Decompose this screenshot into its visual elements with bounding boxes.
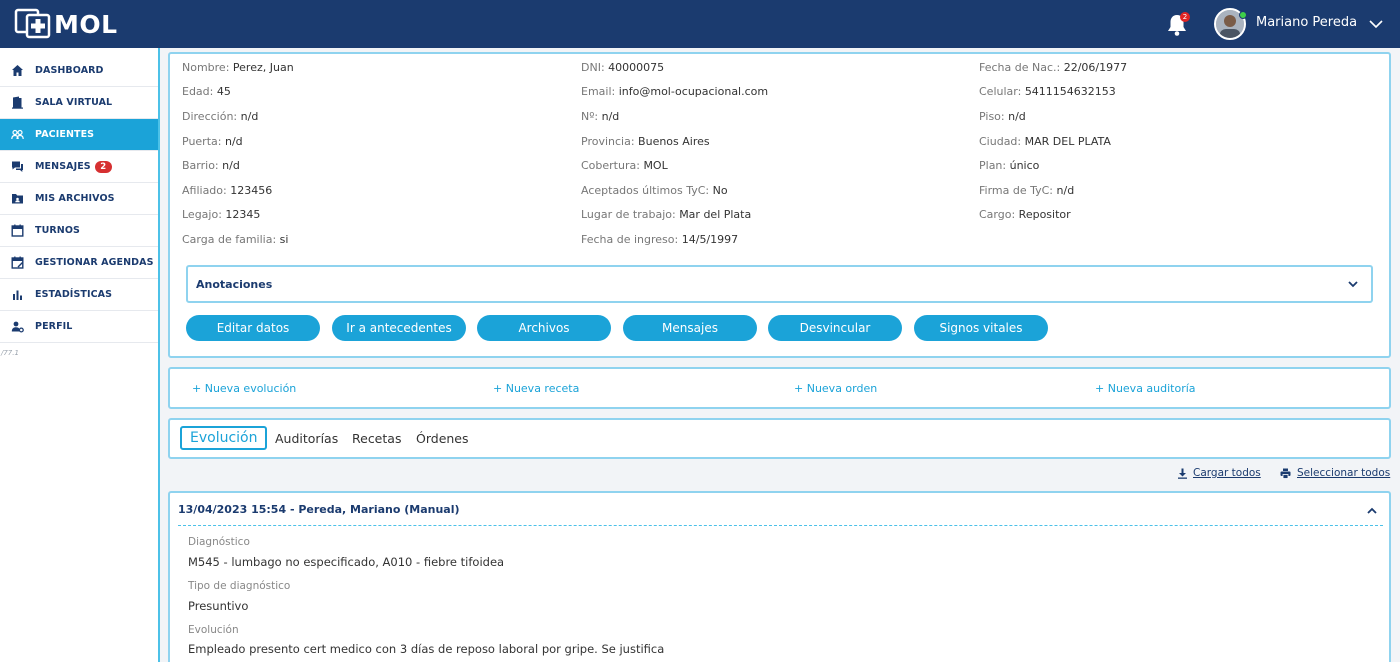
diagnosis-value: M545 - lumbago no especificado, A010 - f… <box>188 555 505 569</box>
field-provincia: Provincia: Buenos Aires <box>581 135 710 148</box>
sidebar-item-dashboard[interactable]: DASHBOARD <box>0 55 158 87</box>
entry-divider <box>178 525 1383 526</box>
field-email: Email: info@mol-ocupacional.com <box>581 85 769 98</box>
sidebar-item-label: GESTIONAR AGENDAS <box>35 257 154 268</box>
field-afiliado: Afiliado: 123456 <box>182 184 273 197</box>
sidebar: DASHBOARD SALA VIRTUAL PACIENTES MENSAJE… <box>0 48 160 662</box>
messages-button[interactable]: Mensajes <box>623 315 757 341</box>
logo-icon <box>14 8 51 39</box>
unread-messages-badge: 2 <box>94 160 112 173</box>
annotations-accordion[interactable]: Anotaciones <box>186 265 1373 303</box>
field-edad: Edad: 45 <box>182 85 231 98</box>
sidebar-item-turnos[interactable]: TURNOS <box>0 215 158 247</box>
evolution-label: Evolución <box>188 624 239 636</box>
printer-icon <box>1280 468 1291 479</box>
folder-icon <box>12 194 23 204</box>
field-tyc-aceptados: Aceptados últimos TyC: No <box>581 184 728 197</box>
edit-data-button[interactable]: Editar datos <box>186 315 320 341</box>
field-cargo: Cargo: Repositor <box>979 208 1071 221</box>
evolution-entry-header[interactable]: 13/04/2023 15:54 - Pereda, Mariano (Manu… <box>178 503 460 516</box>
field-carga-familia: Carga de familia: si <box>182 233 289 246</box>
field-piso: Piso: n/d <box>979 110 1026 123</box>
home-icon <box>12 65 23 76</box>
evolution-value: Empleado presento cert medico con 3 días… <box>188 642 665 656</box>
evolution-entry-card: 13/04/2023 15:54 - Pereda, Mariano (Manu… <box>168 491 1391 662</box>
field-firma-tyc: Firma de TyC: n/d <box>979 184 1075 197</box>
logo-text: MOL <box>54 9 118 39</box>
field-fecha-nacimiento: Fecha de Nac.: 22/06/1977 <box>979 61 1128 74</box>
top-bar: MOL 2 Mariano Pereda <box>0 0 1400 48</box>
quick-actions-card: + Nueva evolución + Nueva receta + Nueva… <box>168 367 1391 409</box>
sidebar-item-pacientes[interactable]: PACIENTES <box>0 119 158 151</box>
new-prescription-link[interactable]: + Nueva receta <box>493 382 579 395</box>
tab-evolucion[interactable]: Evolución <box>180 426 268 450</box>
sidebar-item-label: MENSAJES <box>35 161 91 172</box>
bar-chart-icon <box>13 290 22 300</box>
sidebar-item-estadisticas[interactable]: ESTADÍSTICAS <box>0 279 158 311</box>
field-nombre: Nombre: Perez, Juan <box>182 61 294 74</box>
vital-signs-button[interactable]: Signos vitales <box>914 315 1048 341</box>
diagnosis-label: Diagnóstico <box>188 536 250 548</box>
field-dni: DNI: 40000075 <box>581 61 665 74</box>
go-to-history-button[interactable]: Ir a antecedentes <box>332 315 466 341</box>
annotations-label: Anotaciones <box>196 278 273 291</box>
sidebar-item-label: ESTADÍSTICAS <box>35 289 113 300</box>
app-version: /77.1 <box>1 349 19 357</box>
field-ciudad: Ciudad: MAR DEL PLATA <box>979 135 1111 148</box>
unlink-button[interactable]: Desvincular <box>768 315 902 341</box>
sidebar-item-sala-virtual[interactable]: SALA VIRTUAL <box>0 87 158 119</box>
files-button[interactable]: Archivos <box>477 315 611 341</box>
load-all-link[interactable]: Cargar todos <box>1193 467 1261 479</box>
patient-info-card <box>168 52 1391 358</box>
sidebar-item-label: DASHBOARD <box>35 65 104 76</box>
field-numero: Nº: n/d <box>581 110 620 123</box>
new-order-link[interactable]: + Nueva orden <box>794 382 877 395</box>
field-celular: Celular: 5411154632153 <box>979 85 1116 98</box>
tab-ordenes[interactable]: Órdenes <box>416 431 469 446</box>
tab-recetas[interactable]: Recetas <box>352 431 401 446</box>
online-status-dot <box>1239 11 1247 19</box>
door-icon <box>12 96 23 109</box>
field-plan: Plan: único <box>979 159 1040 172</box>
sidebar-item-label: SALA VIRTUAL <box>35 97 113 108</box>
field-fecha-ingreso: Fecha de ingreso: 14/5/1997 <box>581 233 739 246</box>
user-gear-icon <box>11 321 24 333</box>
field-lugar-trabajo: Lugar de trabajo: Mar del Plata <box>581 208 752 221</box>
tab-auditorias[interactable]: Auditorías <box>275 431 338 446</box>
new-audit-link[interactable]: + Nueva auditoría <box>1095 382 1196 395</box>
chevron-down-icon[interactable] <box>1346 277 1360 291</box>
sidebar-item-label: MIS ARCHIVOS <box>35 193 115 204</box>
new-evolution-link[interactable]: + Nueva evolución <box>192 382 296 395</box>
user-name[interactable]: Mariano Pereda <box>1256 15 1357 30</box>
chat-icon <box>12 161 23 172</box>
notification-badge: 2 <box>1180 12 1190 22</box>
sidebar-item-label: TURNOS <box>35 225 80 236</box>
tabs-card: Evolución Auditorías Recetas Órdenes <box>168 418 1391 459</box>
field-puerta: Puerta: n/d <box>182 135 243 148</box>
field-direccion: Dirección: n/d <box>182 110 259 123</box>
chevron-down-icon[interactable] <box>1368 16 1384 32</box>
diagnosis-type-label: Tipo de diagnóstico <box>188 580 291 592</box>
field-legajo: Legajo: 12345 <box>182 208 261 221</box>
calendar-icon <box>11 224 24 237</box>
users-icon <box>11 129 24 140</box>
diagnosis-type-value: Presuntivo <box>188 599 249 613</box>
sidebar-item-gestionar-agendas[interactable]: GESTIONAR AGENDAS <box>0 247 158 279</box>
select-all-link[interactable]: Seleccionar todos <box>1297 467 1390 479</box>
sidebar-item-mensajes[interactable]: MENSAJES 2 <box>0 151 158 183</box>
app-logo[interactable]: MOL <box>14 6 118 42</box>
sidebar-item-mis-archivos[interactable]: MIS ARCHIVOS <box>0 183 158 215</box>
calendar-edit-icon <box>11 256 24 269</box>
chevron-up-icon[interactable] <box>1365 504 1379 518</box>
field-cobertura: Cobertura: MOL <box>581 159 668 172</box>
sidebar-item-label: PACIENTES <box>35 129 95 140</box>
download-icon <box>1178 468 1187 479</box>
sidebar-item-perfil[interactable]: PERFIL <box>0 311 158 343</box>
field-barrio: Barrio: n/d <box>182 159 240 172</box>
sidebar-item-label: PERFIL <box>35 321 73 332</box>
